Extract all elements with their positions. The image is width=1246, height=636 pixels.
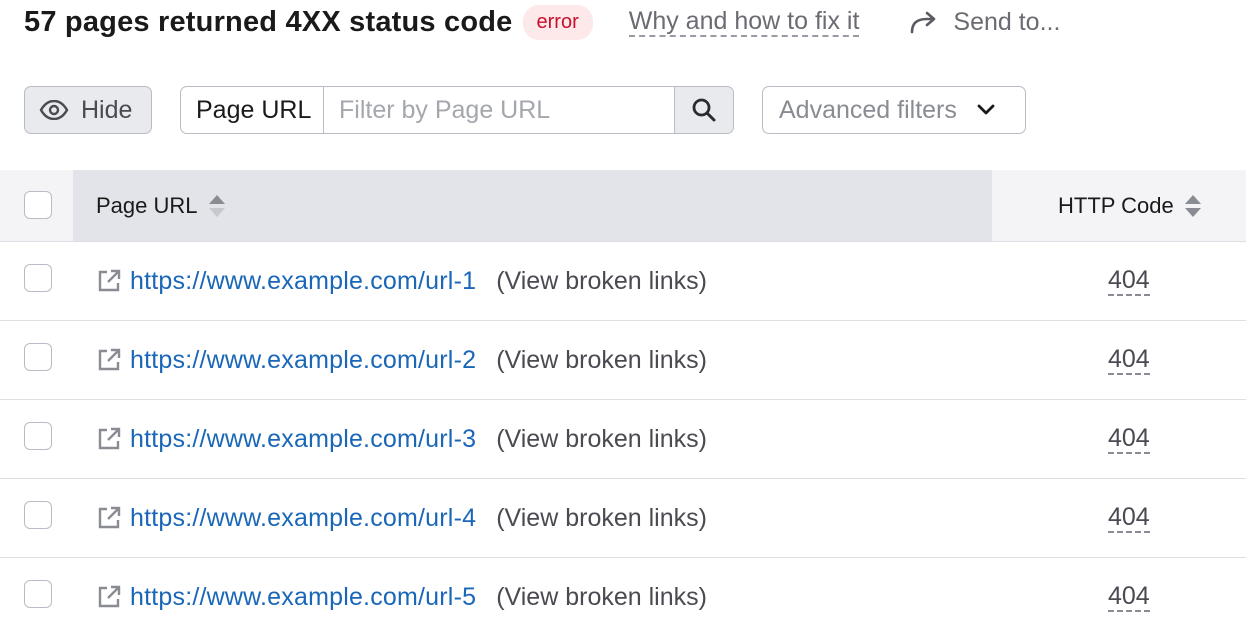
http-code[interactable]: 404 [1108, 345, 1150, 375]
sort-icon [1184, 194, 1201, 217]
advanced-filters-dropdown[interactable]: Advanced filters [762, 86, 1026, 134]
why-and-how-link[interactable]: Why and how to fix it [628, 7, 860, 37]
external-link-icon[interactable] [96, 584, 122, 610]
http-code[interactable]: 404 [1108, 503, 1150, 533]
url-cell: https://www.example.com/url-5 (View brok… [96, 583, 707, 612]
column-header-label: HTTP Code [1058, 192, 1174, 218]
url-filter-group: Page URL [180, 86, 734, 134]
report-header: 57 pages returned 4XX status code error … [24, 0, 1060, 44]
url-cell: https://www.example.com/url-1 (View brok… [96, 267, 707, 296]
advanced-filters-label: Advanced filters [779, 95, 957, 124]
external-link-icon[interactable] [96, 426, 122, 452]
view-broken-links[interactable]: (View broken links) [496, 267, 707, 296]
page-url-link[interactable]: https://www.example.com/url-5 [130, 583, 476, 612]
table-row: https://www.example.com/url-3 (View brok… [0, 400, 1246, 479]
row-checkbox[interactable] [24, 580, 52, 608]
http-code[interactable]: 404 [1108, 582, 1150, 612]
url-cell: https://www.example.com/url-2 (View brok… [96, 346, 707, 375]
url-cell: https://www.example.com/url-4 (View brok… [96, 504, 707, 533]
share-arrow-icon [911, 11, 936, 34]
chevron-down-icon [977, 104, 995, 115]
search-button[interactable] [674, 87, 733, 133]
column-header-http-code[interactable]: HTTP Code [1058, 193, 1202, 219]
send-to-button[interactable]: Send to... [909, 8, 1060, 37]
status-badge: error [522, 4, 593, 40]
http-code[interactable]: 404 [1108, 266, 1150, 296]
page-url-link[interactable]: https://www.example.com/url-4 [130, 504, 476, 533]
page-url-link[interactable]: https://www.example.com/url-2 [130, 346, 476, 375]
page-url-link[interactable]: https://www.example.com/url-3 [130, 425, 476, 454]
select-all-checkbox[interactable] [24, 191, 52, 219]
external-link-icon[interactable] [96, 347, 122, 373]
search-icon [692, 98, 716, 122]
sort-icon [208, 194, 225, 217]
column-header-page-url[interactable]: Page URL [96, 193, 226, 219]
view-broken-links[interactable]: (View broken links) [496, 583, 707, 612]
eye-icon [39, 100, 69, 120]
page-title: 57 pages returned 4XX status code [24, 5, 513, 38]
view-broken-links[interactable]: (View broken links) [496, 346, 707, 375]
hide-button[interactable]: Hide [24, 86, 152, 134]
table-row: https://www.example.com/url-1 (View brok… [0, 242, 1246, 321]
send-to-label: Send to... [953, 7, 1061, 36]
filter-input[interactable] [324, 87, 674, 133]
filter-toolbar: Hide Page URL Advanced filters [24, 86, 1026, 134]
view-broken-links[interactable]: (View broken links) [496, 425, 707, 454]
hide-label: Hide [81, 95, 133, 124]
table-row: https://www.example.com/url-4 (View brok… [0, 479, 1246, 558]
column-header-label: Page URL [96, 192, 198, 218]
external-link-icon[interactable] [96, 505, 122, 531]
filter-field-select[interactable]: Page URL [181, 87, 324, 133]
table-row: https://www.example.com/url-5 (View brok… [0, 558, 1246, 636]
row-checkbox[interactable] [24, 501, 52, 529]
table-row: https://www.example.com/url-2 (View brok… [0, 321, 1246, 400]
view-broken-links[interactable]: (View broken links) [496, 504, 707, 533]
table-header: Page URL HTTP Code [0, 170, 1246, 242]
row-checkbox[interactable] [24, 343, 52, 371]
row-checkbox[interactable] [24, 264, 52, 292]
page-url-link[interactable]: https://www.example.com/url-1 [130, 267, 476, 296]
external-link-icon[interactable] [96, 268, 122, 294]
pages-table: Page URL HTTP Code https://www.example.c… [0, 170, 1246, 636]
http-code[interactable]: 404 [1108, 424, 1150, 454]
row-checkbox[interactable] [24, 422, 52, 450]
url-cell: https://www.example.com/url-3 (View brok… [96, 425, 707, 454]
